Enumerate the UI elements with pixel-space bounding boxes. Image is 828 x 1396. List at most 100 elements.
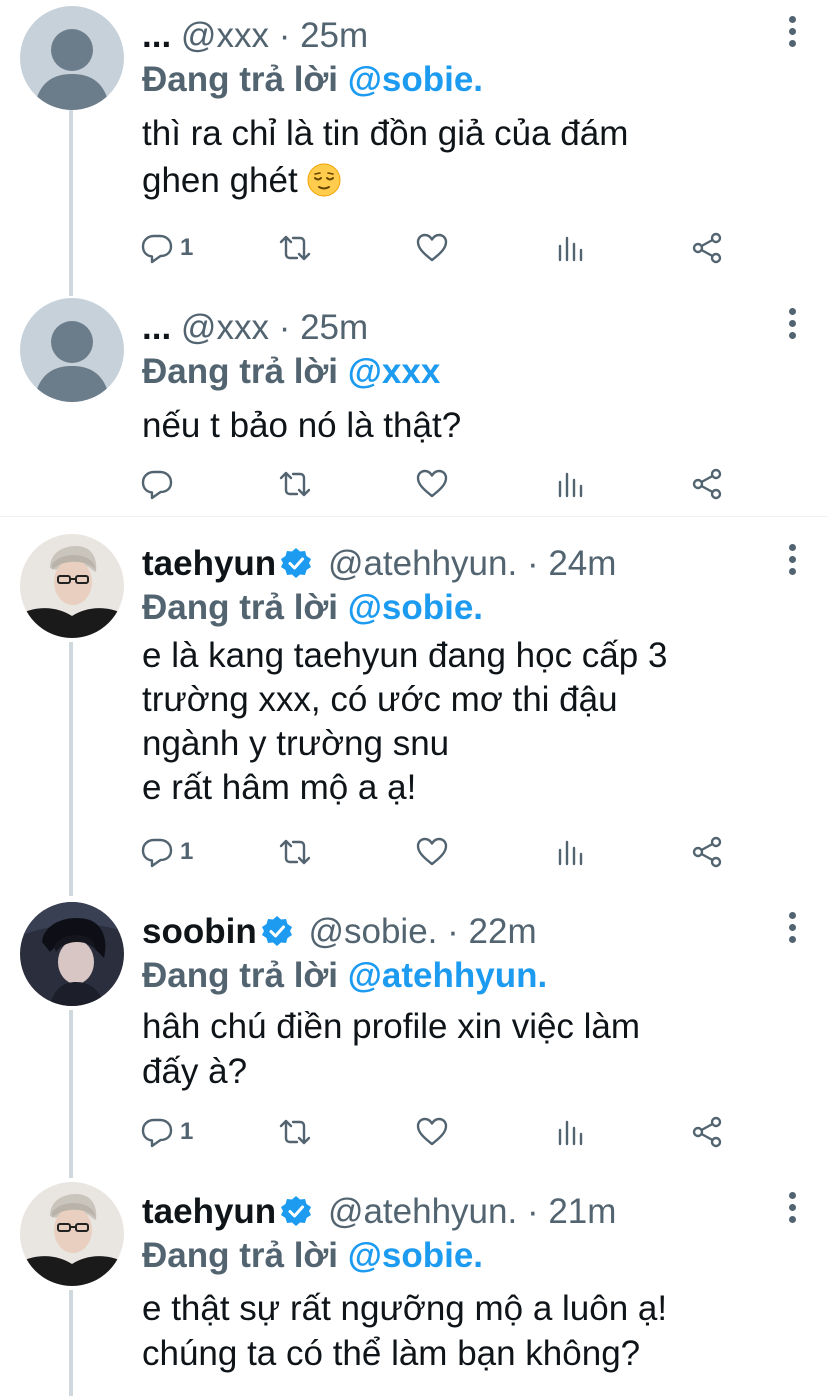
retweet-button[interactable] <box>278 1110 312 1154</box>
avatar[interactable] <box>20 1182 124 1286</box>
timestamp[interactable]: 25m <box>300 16 368 55</box>
like-button[interactable] <box>415 226 449 270</box>
default-avatar-icon <box>20 6 124 110</box>
like-button[interactable] <box>415 462 449 506</box>
user-handle[interactable]: @sobie. <box>308 912 437 951</box>
reply-button[interactable]: 1 <box>140 830 193 874</box>
replying-to: Đang trả lời @sobie. <box>142 586 483 630</box>
verified-badge-icon <box>281 1196 312 1226</box>
action-bar <box>0 462 828 506</box>
avatar[interactable] <box>20 534 124 638</box>
reply-icon <box>141 1118 173 1148</box>
avatar[interactable] <box>20 6 124 110</box>
tweet[interactable]: soobin @sobie. · 22m Đang trả lời @atehh… <box>0 902 828 1158</box>
mention-link[interactable]: @atehhyun. <box>348 956 547 995</box>
more-icon[interactable] <box>786 16 798 50</box>
user-photo-icon <box>20 902 124 1006</box>
display-name[interactable]: taehyun <box>142 1192 276 1231</box>
retweet-button[interactable] <box>278 462 312 506</box>
stats-icon <box>558 472 583 498</box>
stats-button[interactable] <box>553 462 587 506</box>
tweet[interactable]: ... @xxx · 25m Đang trả lời @xxx nếu t b… <box>0 298 828 508</box>
separator-dot: · <box>447 912 459 951</box>
user-handle[interactable]: @xxx <box>181 16 269 55</box>
tweet-text: e thật sự rất ngưỡng mộ a luôn ạ! chúng … <box>142 1286 782 1376</box>
share-icon <box>692 232 722 264</box>
timestamp[interactable]: 24m <box>548 544 616 583</box>
divider <box>0 516 828 517</box>
user-handle[interactable]: @xxx <box>181 308 269 347</box>
share-button[interactable] <box>690 462 724 506</box>
user-photo-icon <box>20 1182 124 1286</box>
action-bar: 1 <box>0 1110 828 1154</box>
display-name[interactable]: soobin <box>142 912 257 951</box>
stats-button[interactable] <box>553 226 587 270</box>
timestamp[interactable]: 22m <box>469 912 537 951</box>
tweet-text: nếu t bảo nó là thật? <box>142 402 782 449</box>
replying-to: Đang trả lời @atehhyun. <box>142 954 547 998</box>
tweet-text-line: e thật sự rất ngưỡng mộ a luôn ạ! <box>142 1289 668 1328</box>
mention-link[interactable]: @sobie. <box>348 1236 483 1275</box>
retweet-icon <box>279 235 311 261</box>
tweet[interactable]: ... @xxx · 25m Đang trả lời @sobie. thì … <box>0 6 828 276</box>
tweet-text-line: thì ra chỉ là tin đồn giả của đám <box>142 114 629 153</box>
verified-badge-icon <box>281 548 312 578</box>
more-icon[interactable] <box>786 912 798 946</box>
reply-icon <box>141 470 173 500</box>
tweet[interactable]: taehyun @atehhyun. · 24m Đang trả lời @s… <box>0 534 828 874</box>
share-icon <box>692 836 722 868</box>
display-name[interactable]: ... <box>142 308 171 347</box>
retweet-icon <box>279 839 311 865</box>
stats-icon <box>558 840 583 866</box>
tweet-text-line: nếu t bảo nó là thật? <box>142 406 462 445</box>
more-icon[interactable] <box>786 1192 798 1226</box>
tweet-text-line: chúng ta có thể làm bạn không? <box>142 1334 641 1373</box>
stats-button[interactable] <box>553 830 587 874</box>
tweet-text-line: e rất hâm mộ a ạ! <box>142 768 417 807</box>
like-button[interactable] <box>415 830 449 874</box>
share-button[interactable] <box>690 830 724 874</box>
reply-button[interactable]: 1 <box>140 1110 193 1154</box>
stats-button[interactable] <box>553 1110 587 1154</box>
user-photo-icon <box>20 534 124 638</box>
separator-dot: · <box>278 16 291 55</box>
display-name[interactable]: ... <box>142 16 171 55</box>
replying-label: Đang trả lời <box>142 352 339 391</box>
display-name[interactable]: taehyun <box>142 544 276 583</box>
avatar[interactable] <box>20 298 124 402</box>
share-icon <box>692 468 722 500</box>
timestamp[interactable]: 25m <box>300 308 368 347</box>
like-icon <box>416 837 448 866</box>
more-icon[interactable] <box>786 544 798 578</box>
retweet-icon <box>279 1119 311 1145</box>
share-button[interactable] <box>690 226 724 270</box>
mention-link[interactable]: @sobie. <box>348 588 483 627</box>
retweet-button[interactable] <box>278 830 312 874</box>
timestamp[interactable]: 21m <box>548 1192 616 1231</box>
replying-label: Đang trả lời <box>142 1236 339 1275</box>
mention-link[interactable]: @sobie. <box>348 60 483 99</box>
tweet-text-line: ghen ghét <box>142 157 782 204</box>
more-icon[interactable] <box>786 308 798 342</box>
tweet-text-line: đấy à? <box>142 1052 248 1091</box>
reply-button[interactable] <box>140 462 174 506</box>
relieved-face-icon <box>307 163 341 197</box>
retweet-button[interactable] <box>278 226 312 270</box>
stats-icon <box>558 236 583 262</box>
retweet-icon <box>279 471 311 497</box>
replying-label: Đang trả lời <box>142 60 339 99</box>
tweet-header: ... @xxx · 25m <box>142 306 768 350</box>
tweet[interactable]: taehyun @atehhyun. · 21m Đang trả lời @s… <box>0 1182 828 1396</box>
tweet-text: e là kang taehyun đang học cấp 3 trường … <box>142 634 782 810</box>
avatar[interactable] <box>20 902 124 1006</box>
like-button[interactable] <box>415 1110 449 1154</box>
user-handle[interactable]: @atehhyun. <box>328 544 517 583</box>
default-avatar-icon <box>20 298 124 402</box>
mention-link[interactable]: @xxx <box>348 352 441 391</box>
reply-count: 1 <box>180 1118 194 1145</box>
like-icon <box>416 233 448 262</box>
user-handle[interactable]: @atehhyun. <box>328 1192 517 1231</box>
share-button[interactable] <box>690 1110 724 1154</box>
like-icon <box>416 469 448 498</box>
reply-button[interactable]: 1 <box>140 226 193 270</box>
